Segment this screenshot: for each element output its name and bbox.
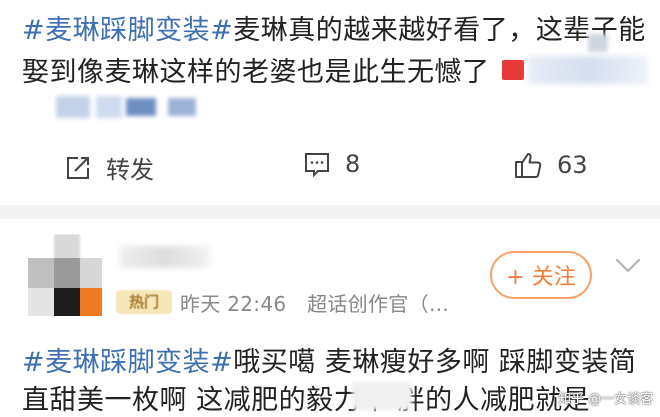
share-icon [67, 156, 89, 179]
like-button[interactable]: 63 [513, 150, 588, 180]
post-meta: 昨天 22:46 超话创作官（… [180, 288, 449, 317]
hot-badge: 热门 [116, 290, 172, 314]
redaction-blur [96, 96, 122, 118]
redaction-blur [588, 34, 608, 52]
post-text-line: #麦琳踩脚变装#麦琳真的越来越好看了，这辈子能 [22, 15, 646, 46]
redaction-mark [502, 60, 524, 80]
comment-icon [305, 153, 329, 178]
redaction-blur [528, 56, 648, 84]
redaction-blur [56, 96, 90, 118]
hashtag-link[interactable]: #麦琳踩脚变装# [22, 347, 233, 378]
watermark: 知乎 @一女谈客 [558, 392, 654, 407]
thumbs-up-icon [515, 153, 542, 178]
repost-button[interactable]: 转发 [64, 150, 154, 185]
username-redacted [120, 246, 210, 268]
redaction-blur [352, 382, 412, 410]
redaction-blur [126, 98, 156, 116]
repost-label: 转发 [106, 156, 154, 184]
follow-button[interactable]: + 关注 [490, 251, 592, 299]
like-count: 63 [557, 151, 588, 179]
redaction-blur [168, 98, 196, 116]
post-text-line: 直甜美一枚啊 这减肥的毅力牛 胖的人减肥就是 [22, 385, 591, 416]
chevron-down-icon[interactable] [614, 254, 642, 276]
comment-count: 8 [345, 150, 361, 178]
post-source: 超话创作官（… [307, 292, 450, 316]
post-text-line: #麦琳踩脚变装#哦买噶 麦琳瘦好多啊 踩脚变装简 [22, 347, 637, 378]
hashtag-link[interactable]: #麦琳踩脚变装# [22, 15, 233, 46]
avatar[interactable] [20, 234, 106, 318]
section-divider [0, 205, 660, 219]
timestamp: 昨天 22:46 [180, 292, 287, 316]
comment-button[interactable]: 8 [303, 150, 360, 178]
post-text-line: 娶到像麦琳这样的老婆也是此生无憾了 [22, 57, 490, 88]
